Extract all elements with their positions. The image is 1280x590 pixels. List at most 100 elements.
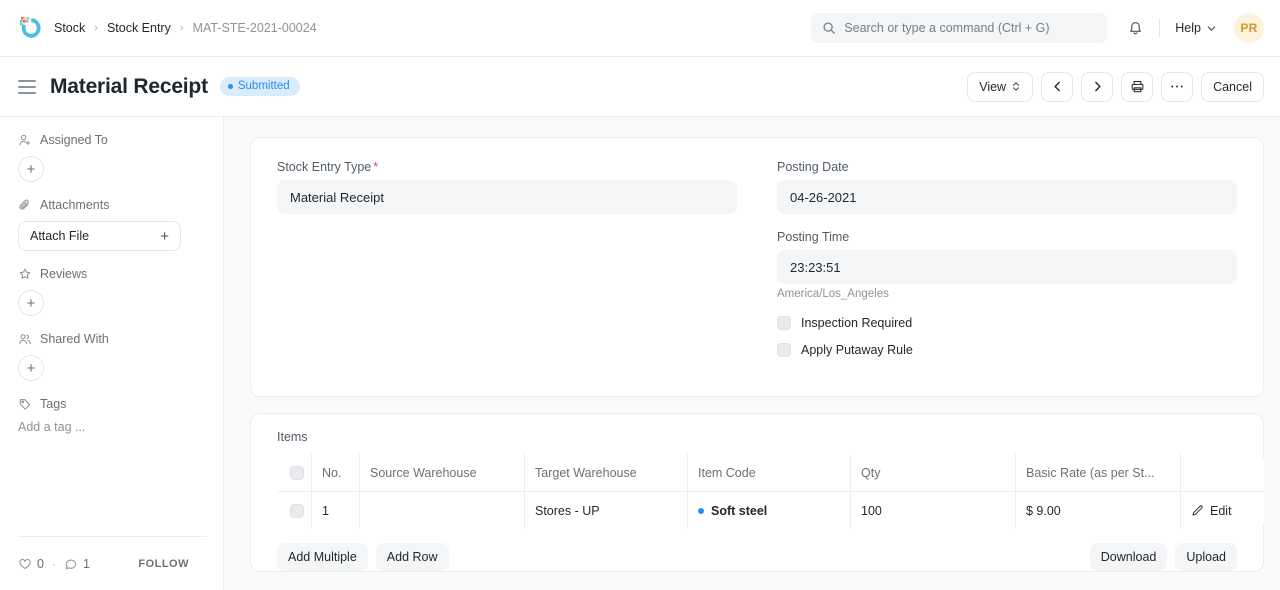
column-header-no[interactable]: No. bbox=[312, 454, 360, 492]
edit-row-button[interactable]: Edit bbox=[1191, 504, 1254, 518]
navbar-right-group: Help PR bbox=[811, 12, 1264, 44]
chevron-left-icon bbox=[1051, 80, 1064, 93]
download-button[interactable]: Download bbox=[1090, 543, 1168, 571]
view-button[interactable]: View bbox=[967, 72, 1033, 102]
column-header-source-warehouse[interactable]: Source Warehouse bbox=[360, 454, 525, 492]
status-dot-icon bbox=[228, 84, 233, 89]
user-plus-icon bbox=[18, 133, 32, 147]
cell-target-warehouse[interactable]: Stores - UP bbox=[525, 492, 688, 530]
cell-source-warehouse[interactable] bbox=[360, 492, 525, 530]
breadcrumb: Stock › Stock Entry › MAT-STE-2021-00024 bbox=[54, 21, 317, 35]
like-metric[interactable]: 0 bbox=[18, 557, 44, 571]
pencil-icon bbox=[1191, 504, 1204, 517]
items-table: No. Source Warehouse Target Warehouse It… bbox=[277, 453, 1265, 530]
breadcrumb-item-current: MAT-STE-2021-00024 bbox=[193, 21, 317, 35]
prev-document-button[interactable] bbox=[1041, 72, 1073, 102]
cell-qty[interactable]: 100 bbox=[851, 492, 1016, 530]
breadcrumb-separator-icon: › bbox=[180, 23, 184, 34]
status-badge: Submitted bbox=[220, 77, 300, 96]
sidebar-section-tags: Tags Add a tag ... bbox=[18, 397, 207, 434]
sidebar-label: Attachments bbox=[40, 198, 109, 212]
apply-putaway-rule-checkbox[interactable] bbox=[777, 343, 791, 357]
breadcrumb-separator-icon: › bbox=[94, 23, 98, 34]
printer-icon bbox=[1130, 79, 1145, 94]
apply-putaway-rule-row: Apply Putaway Rule bbox=[777, 343, 1237, 357]
add-review-button[interactable]: + bbox=[18, 290, 44, 316]
column-header-actions bbox=[1181, 454, 1265, 492]
cell-basic-rate[interactable]: $ 9.00 bbox=[1016, 492, 1181, 530]
add-assignment-button[interactable]: + bbox=[18, 156, 44, 182]
comment-metric[interactable]: 1 bbox=[64, 557, 90, 571]
help-label: Help bbox=[1175, 21, 1201, 35]
like-count: 0 bbox=[37, 557, 44, 571]
sidebar-label: Reviews bbox=[40, 267, 87, 281]
page-title: Material Receipt bbox=[50, 75, 208, 99]
hamburger-menu-icon[interactable] bbox=[18, 80, 36, 94]
heart-icon bbox=[18, 557, 32, 571]
add-shared-user-button[interactable]: + bbox=[18, 355, 44, 381]
footer-separator: · bbox=[52, 557, 56, 571]
page-header: Material Receipt Submitted View bbox=[0, 57, 1280, 117]
column-header-qty[interactable]: Qty bbox=[851, 454, 1016, 492]
select-all-checkbox[interactable] bbox=[290, 466, 304, 480]
chevron-right-icon bbox=[1091, 80, 1104, 93]
items-section-label: Items bbox=[277, 430, 1237, 444]
attach-file-button[interactable]: Attach File + bbox=[18, 221, 181, 251]
inspection-required-checkbox[interactable] bbox=[777, 316, 791, 330]
chevron-down-icon bbox=[1206, 23, 1217, 34]
stock-entry-type-label: Stock Entry Type* bbox=[277, 160, 737, 174]
comment-count: 1 bbox=[83, 557, 90, 571]
form-column-left: Stock Entry Type* Material Receipt bbox=[277, 160, 757, 370]
posting-time-field: Posting Time 23:23:51 bbox=[777, 230, 1237, 284]
posting-date-input[interactable]: 04-26-2021 bbox=[777, 180, 1237, 214]
frappe-o-logo-icon[interactable] bbox=[18, 15, 44, 41]
app-root: Stock › Stock Entry › MAT-STE-2021-00024 bbox=[0, 0, 1280, 590]
search-bar[interactable] bbox=[811, 13, 1107, 43]
breadcrumb-item-stock-entry[interactable]: Stock Entry bbox=[107, 21, 171, 35]
next-document-button[interactable] bbox=[1081, 72, 1113, 102]
row-select-checkbox[interactable] bbox=[290, 504, 304, 518]
form-grid: Stock Entry Type* Material Receipt Posti… bbox=[277, 160, 1237, 370]
cancel-button[interactable]: Cancel bbox=[1201, 72, 1264, 102]
chevron-up-down-icon bbox=[1011, 80, 1021, 93]
plus-icon: + bbox=[160, 229, 169, 244]
column-header-item-code[interactable]: Item Code bbox=[688, 454, 851, 492]
follow-button[interactable]: FOLLOW bbox=[138, 558, 189, 570]
sidebar-section-reviews: Reviews + bbox=[18, 267, 207, 316]
notifications-button[interactable] bbox=[1119, 12, 1151, 44]
select-all-header bbox=[278, 454, 312, 492]
top-navbar: Stock › Stock Entry › MAT-STE-2021-00024 bbox=[0, 0, 1280, 57]
print-button[interactable] bbox=[1121, 72, 1153, 102]
cell-item-code[interactable]: Soft steel bbox=[688, 492, 851, 530]
add-tag-input[interactable]: Add a tag ... bbox=[18, 420, 207, 434]
sidebar-label: Shared With bbox=[40, 332, 109, 346]
users-icon bbox=[18, 332, 32, 346]
items-table-header-row: No. Source Warehouse Target Warehouse It… bbox=[278, 454, 1265, 492]
items-card: Items No. Source Warehouse bbox=[250, 413, 1264, 572]
item-status-dot-icon bbox=[698, 508, 704, 514]
avatar[interactable]: PR bbox=[1234, 13, 1264, 43]
help-menu-button[interactable]: Help bbox=[1168, 16, 1224, 40]
ellipsis-icon bbox=[1170, 84, 1184, 89]
more-actions-button[interactable] bbox=[1161, 72, 1193, 102]
search-input[interactable] bbox=[844, 21, 1096, 35]
posting-date-label: Posting Date bbox=[777, 160, 1237, 174]
upload-button[interactable]: Upload bbox=[1175, 543, 1237, 571]
paperclip-icon bbox=[18, 198, 32, 212]
column-header-target-warehouse[interactable]: Target Warehouse bbox=[525, 454, 688, 492]
inspection-required-row: Inspection Required bbox=[777, 316, 1237, 330]
status-badge-label: Submitted bbox=[238, 80, 290, 92]
edit-label: Edit bbox=[1210, 504, 1232, 518]
comment-icon bbox=[64, 557, 78, 571]
sidebar-section-assigned-to: Assigned To + bbox=[18, 133, 207, 182]
posting-time-input[interactable]: 23:23:51 bbox=[777, 250, 1237, 284]
stock-entry-type-input[interactable]: Material Receipt bbox=[277, 180, 737, 214]
sidebar-label: Assigned To bbox=[40, 133, 108, 147]
add-multiple-button[interactable]: Add Multiple bbox=[277, 543, 368, 571]
search-icon bbox=[822, 21, 836, 35]
breadcrumb-item-stock[interactable]: Stock bbox=[54, 21, 85, 35]
column-header-basic-rate[interactable]: Basic Rate (as per St... bbox=[1016, 454, 1181, 492]
add-row-button[interactable]: Add Row bbox=[376, 543, 449, 571]
table-row[interactable]: 1 Stores - UP Soft steel 100 $ 9.00 bbox=[278, 492, 1265, 530]
sidebar-section-shared-with: Shared With + bbox=[18, 332, 207, 381]
